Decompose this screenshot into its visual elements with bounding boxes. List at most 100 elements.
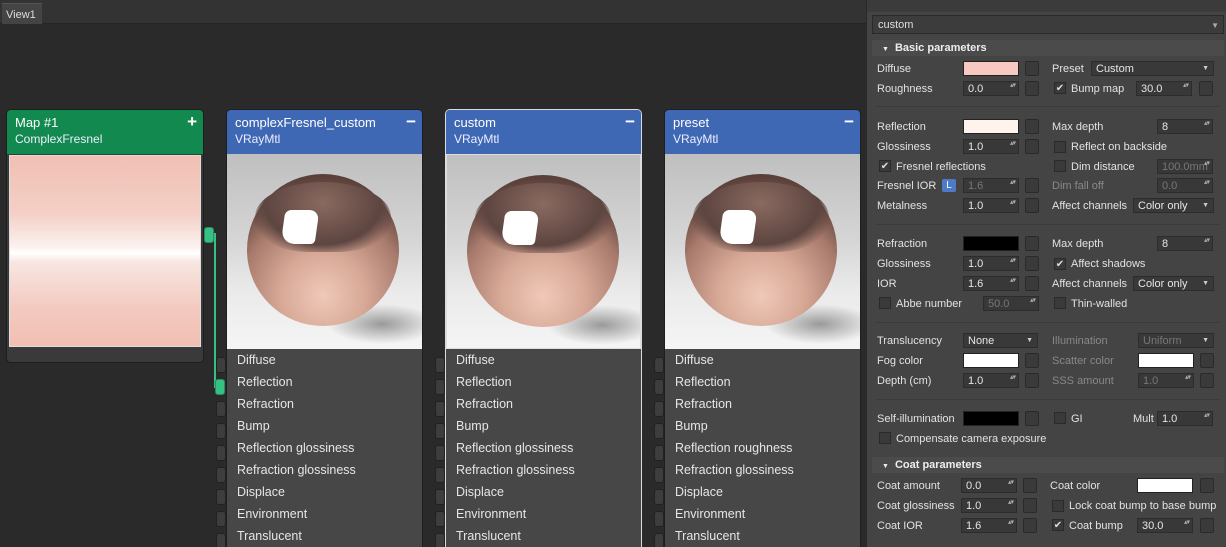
reflection-map-button[interactable] (1025, 119, 1039, 134)
input-port[interactable] (435, 401, 445, 417)
slot-refraction[interactable]: Refraction (665, 393, 860, 415)
slot-refraction-glossiness[interactable]: Refraction glossiness (446, 459, 641, 481)
dropdown-arrow-icon[interactable]: ▼ (1211, 21, 1219, 30)
slot-refraction[interactable]: Refraction (227, 393, 422, 415)
slot-diffuse[interactable]: Diffuse (227, 349, 422, 371)
reflection-max-depth-spinner[interactable]: 8 (1157, 119, 1213, 134)
coat-ior-map-button[interactable] (1023, 518, 1037, 533)
slot-reflection-glossiness[interactable]: Reflection glossiness (227, 437, 422, 459)
input-port[interactable] (216, 445, 226, 461)
material-name-field[interactable]: custom ▼ (872, 15, 1224, 34)
input-port[interactable] (654, 489, 664, 505)
slot-displace[interactable]: Displace (665, 481, 860, 503)
ior-map-button[interactable] (1025, 276, 1039, 291)
input-port[interactable] (216, 511, 226, 527)
refraction-glossiness-spinner[interactable]: 1.0 (963, 256, 1019, 271)
lock-coat-bump-checkbox[interactable] (1052, 500, 1064, 512)
metalness-map-button[interactable] (1025, 198, 1039, 213)
fresnel-reflections-checkbox[interactable]: ✔ (879, 160, 891, 172)
map-output-port[interactable] (204, 227, 214, 243)
slot-environment[interactable]: Environment (227, 503, 422, 525)
gi-checkbox[interactable] (1054, 412, 1066, 424)
slot-reflection-roughness[interactable]: Reflection roughness (665, 437, 860, 459)
input-port[interactable] (216, 533, 226, 547)
roughness-map-button[interactable] (1025, 81, 1039, 96)
tab-view1[interactable]: View1 (2, 3, 42, 24)
basic-parameters-header[interactable]: ▼ Basic parameters (872, 40, 1224, 56)
bump-map-spinner[interactable]: 30.0 (1136, 81, 1192, 96)
coat-bump-map-button[interactable] (1200, 518, 1214, 533)
node-complexfresnel-custom[interactable]: complexFresnel_custom VRayMtl − Diffuse … (227, 110, 422, 547)
compensate-exposure-checkbox[interactable] (879, 432, 891, 444)
glossiness-map-button[interactable] (1025, 139, 1039, 154)
input-port[interactable] (216, 467, 226, 483)
slot-reflection[interactable]: Reflection (665, 371, 860, 393)
input-port[interactable] (654, 445, 664, 461)
node-custom-header[interactable]: custom VRayMtl − (446, 110, 641, 154)
slot-environment[interactable]: Environment (446, 503, 641, 525)
input-port[interactable] (435, 533, 445, 547)
input-port[interactable] (216, 401, 226, 417)
node-graph-canvas[interactable]: View1 Map #1 ComplexFresnel + complexFre… (0, 0, 866, 547)
bump-map-button[interactable] (1199, 81, 1213, 96)
coat-glossiness-spinner[interactable]: 1.0 (961, 498, 1017, 513)
slot-displace[interactable]: Displace (446, 481, 641, 503)
node-preset-header[interactable]: preset VRayMtl − (665, 110, 860, 154)
input-port[interactable] (216, 423, 226, 439)
coat-bump-spinner[interactable]: 30.0 (1137, 518, 1193, 533)
slot-translucent[interactable]: Translucent (227, 525, 422, 547)
depth-map-button[interactable] (1025, 373, 1039, 388)
fresnel-ior-lock-toggle[interactable]: L (942, 179, 956, 192)
input-port[interactable] (654, 511, 664, 527)
dim-distance-spinner[interactable]: 100.0mm (1157, 159, 1213, 174)
input-port[interactable] (435, 511, 445, 527)
preset-dropdown[interactable]: Custom ▼ (1091, 61, 1214, 76)
slot-bump[interactable]: Bump (446, 415, 641, 437)
affect-channels-dropdown[interactable]: Color only ▼ (1133, 198, 1214, 213)
metalness-spinner[interactable]: 1.0 (963, 198, 1019, 213)
input-port[interactable] (435, 379, 445, 395)
node-map-header[interactable]: Map #1 ComplexFresnel + (7, 110, 203, 154)
abbe-number-checkbox[interactable] (879, 297, 891, 309)
sss-amount-spinner[interactable]: 1.0 (1138, 373, 1194, 388)
sss-amount-map-button[interactable] (1200, 373, 1214, 388)
cf-reflection-port[interactable] (215, 379, 225, 395)
refraction-max-depth-spinner[interactable]: 8 (1157, 236, 1213, 251)
fog-color-map-button[interactable] (1025, 353, 1039, 368)
fresnel-ior-spinner[interactable]: 1.6 (963, 178, 1019, 193)
mult-spinner[interactable]: 1.0 (1157, 411, 1213, 426)
input-port[interactable] (435, 467, 445, 483)
input-port[interactable] (654, 533, 664, 547)
roughness-spinner[interactable]: 0.0 (963, 81, 1019, 96)
self-illumination-swatch[interactable] (963, 411, 1019, 426)
glossiness-spinner[interactable]: 1.0 (963, 139, 1019, 154)
input-port[interactable] (435, 489, 445, 505)
diffuse-map-button[interactable] (1025, 61, 1039, 76)
dim-distance-checkbox[interactable] (1054, 160, 1066, 172)
coat-color-swatch[interactable] (1137, 478, 1193, 493)
input-port[interactable] (435, 357, 445, 373)
input-port[interactable] (654, 401, 664, 417)
slot-displace[interactable]: Displace (227, 481, 422, 503)
dim-falloff-spinner[interactable]: 0.0 (1157, 178, 1213, 193)
affect-shadows-checkbox[interactable]: ✔ (1054, 258, 1066, 270)
slot-environment[interactable]: Environment (665, 503, 860, 525)
input-port[interactable] (654, 467, 664, 483)
coat-ior-spinner[interactable]: 1.6 (961, 518, 1017, 533)
node-map[interactable]: Map #1 ComplexFresnel + (7, 110, 203, 362)
slot-reflection[interactable]: Reflection (446, 371, 641, 393)
collapse-button[interactable]: − (406, 112, 416, 132)
collapse-button[interactable]: − (844, 112, 854, 132)
input-port[interactable] (654, 379, 664, 395)
refraction-color-swatch[interactable] (963, 236, 1019, 251)
illumination-dropdown[interactable]: Uniform ▼ (1138, 333, 1214, 348)
self-illumination-map-button[interactable] (1025, 411, 1039, 426)
input-port[interactable] (216, 357, 226, 373)
input-port[interactable] (435, 423, 445, 439)
ior-spinner[interactable]: 1.6 (963, 276, 1019, 291)
abbe-number-spinner[interactable]: 50.0 (983, 296, 1039, 311)
slot-bump[interactable]: Bump (227, 415, 422, 437)
depth-spinner[interactable]: 1.0 (963, 373, 1019, 388)
bump-map-checkbox[interactable]: ✔ (1054, 82, 1066, 94)
translucency-dropdown[interactable]: None ▼ (963, 333, 1038, 348)
